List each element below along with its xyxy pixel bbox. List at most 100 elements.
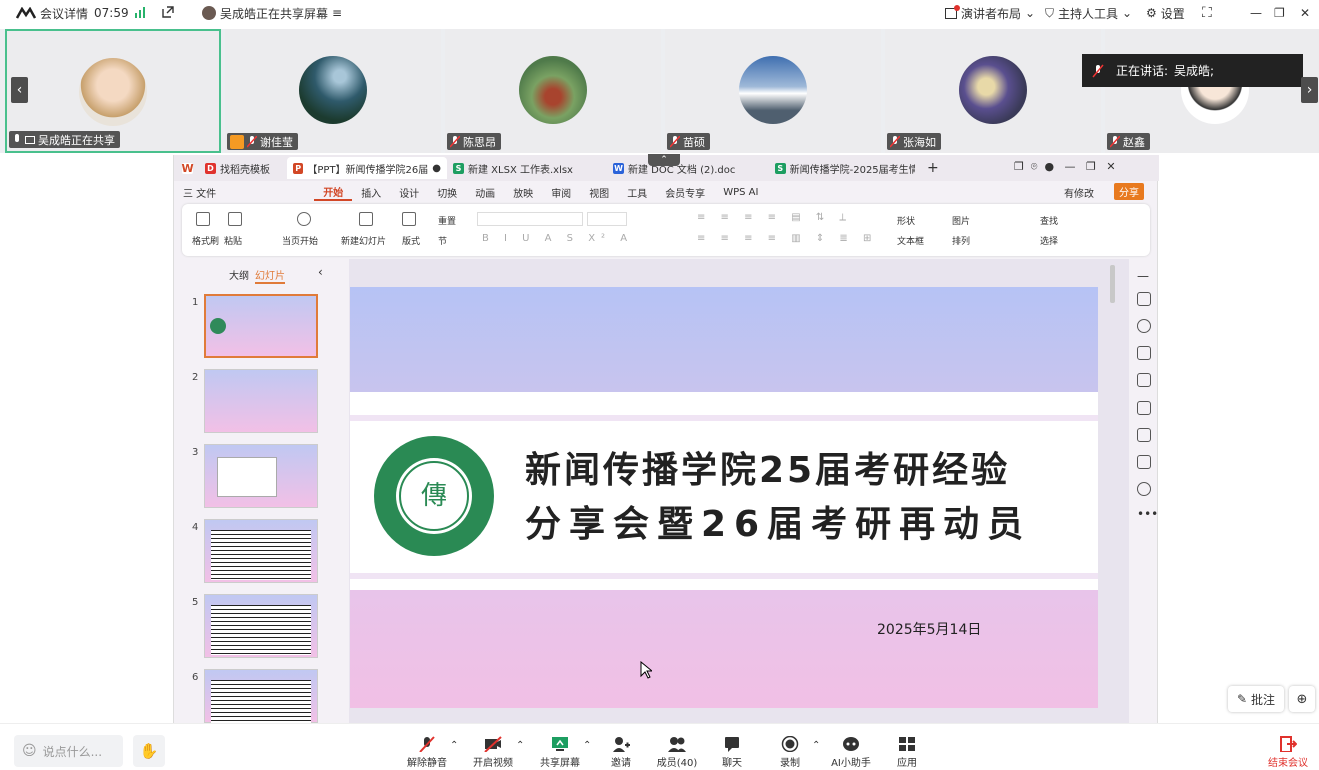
members-button[interactable]: 成员(40) xyxy=(653,736,701,769)
layout-icon[interactable] xyxy=(402,212,416,226)
menu-item[interactable]: 开始 xyxy=(314,184,353,201)
record-button[interactable]: 录制 xyxy=(767,736,813,769)
slide-thumbnail[interactable] xyxy=(204,444,318,508)
chevron-up-icon[interactable]: ⌃ xyxy=(583,740,591,751)
scrollbar[interactable] xyxy=(1110,265,1115,303)
slide-thumbnail[interactable] xyxy=(204,294,318,358)
chevron-up-icon[interactable]: ⌃ xyxy=(812,740,820,751)
ribbon-label[interactable]: 图片 xyxy=(952,214,970,227)
chat-input[interactable]: ☺ 说点什么... xyxy=(14,735,123,767)
share-button[interactable]: 分享 xyxy=(1114,183,1144,200)
ribbon-label[interactable]: 当页开始 xyxy=(282,234,318,247)
start-video-button[interactable]: 开启视频 xyxy=(470,736,516,769)
menu-item[interactable]: 视图 xyxy=(580,185,618,200)
outline-tab[interactable]: 大纲 xyxy=(229,267,249,282)
ribbon-label[interactable]: 排列 xyxy=(952,234,970,247)
invite-button[interactable]: 邀请 xyxy=(598,736,644,769)
chevron-up-icon[interactable]: ⌃ xyxy=(450,740,458,751)
copy-icon[interactable] xyxy=(1137,346,1151,360)
settings-button[interactable]: ⚙ 设置 xyxy=(1146,5,1185,22)
slides-tab[interactable]: 幻灯片 xyxy=(255,267,285,284)
restore-icon[interactable]: ❐ xyxy=(1274,6,1285,20)
slide-thumbnail[interactable] xyxy=(204,594,318,658)
host-tools-button[interactable]: ⛉ 主持人工具 ⌄ xyxy=(1045,5,1132,22)
fullscreen-icon[interactable]: ⛶ xyxy=(1202,5,1212,21)
participant-tile[interactable]: 张海如 xyxy=(885,29,1101,153)
participant-tile[interactable]: 吴成皓正在共享 xyxy=(5,29,221,153)
ribbon-label[interactable]: 重置 xyxy=(438,214,456,227)
tools-icon[interactable] xyxy=(1137,373,1151,387)
image-icon[interactable] xyxy=(1137,428,1151,442)
menu-item[interactable]: 工具 xyxy=(618,185,656,200)
prev-page-button[interactable]: ‹ xyxy=(11,77,28,103)
wps-tab[interactable]: P 【PPT】新闻传播学院26届考研 ● xyxy=(287,157,447,179)
close-icon[interactable]: ✕ xyxy=(1300,6,1310,20)
meeting-info[interactable]: 会议详情 xyxy=(16,5,88,22)
more-icon[interactable]: ••• xyxy=(1137,507,1158,521)
participant-tile[interactable]: 谢佳莹 xyxy=(225,29,441,153)
menu-item[interactable]: 插入 xyxy=(352,185,390,200)
minimize-icon[interactable]: — xyxy=(1250,6,1262,20)
slide[interactable]: 傳 新闻传播学院25届考研经验 分享会暨26届考研再动员 2025年5月14日 xyxy=(350,287,1098,708)
zoom-in-button[interactable]: ⊕ xyxy=(1289,686,1315,712)
next-page-button[interactable]: › xyxy=(1301,77,1318,103)
play-icon[interactable] xyxy=(297,212,311,226)
ribbon-label[interactable]: 形状 xyxy=(897,214,915,227)
help-icon[interactable] xyxy=(1137,482,1151,496)
ribbon-label[interactable]: 新建幻灯片 xyxy=(341,234,386,247)
wps-tab[interactable]: S 新建 XLSX 工作表.xlsx xyxy=(447,157,607,179)
ribbon-label[interactable]: 格式刷 xyxy=(192,234,219,247)
align-icons[interactable]: ≡ ≡ ≡ ≡ ▥ ⇕ ≣ ⊞ xyxy=(697,233,877,244)
menu-item[interactable]: WPS AI xyxy=(714,187,767,198)
tab-close-icon[interactable]: ● xyxy=(432,163,441,174)
apps-button[interactable]: 应用 xyxy=(884,736,930,769)
menu-item[interactable]: 放映 xyxy=(504,185,542,200)
external-window-icon[interactable] xyxy=(161,5,175,19)
share-notice[interactable]: 吴成皓正在共享屏幕 ≡ xyxy=(202,5,342,22)
unmute-button[interactable]: 解除静音 xyxy=(404,736,450,769)
slide-thumbnail[interactable] xyxy=(204,519,318,583)
slide-thumbnail[interactable] xyxy=(204,369,318,433)
chat-button[interactable]: 聊天 xyxy=(709,736,755,769)
font-format-icons[interactable]: B I U A S X² A xyxy=(482,233,633,244)
ribbon-label[interactable]: 选择 xyxy=(1040,234,1058,247)
paragraph-icons[interactable]: ≡ ≡ ≡ ≡ ▤ ⇅ ⟂ xyxy=(697,212,852,223)
menu-item[interactable]: 设计 xyxy=(390,185,428,200)
participant-tile[interactable]: 赵鑫 xyxy=(1105,29,1319,153)
ribbon-label[interactable]: 查找 xyxy=(1040,214,1058,227)
paste-icon[interactable] xyxy=(228,212,242,226)
window-controls[interactable]: ❐ ⌾ ● — ❐ ✕ xyxy=(1014,160,1116,174)
menu-item[interactable]: 三 文件 xyxy=(174,185,225,200)
raise-hand-button[interactable]: ✋ xyxy=(133,735,165,767)
wps-tab[interactable]: S 新闻传播学院-2025届考生情况 xyxy=(769,157,921,179)
shirt-icon[interactable] xyxy=(1137,401,1151,415)
font-size-select[interactable] xyxy=(587,212,627,226)
collapse-icon[interactable]: ‹ xyxy=(318,265,323,279)
new-tab-icon[interactable]: + xyxy=(927,160,939,176)
end-meeting-button[interactable]: 结束会议 xyxy=(1264,736,1312,769)
chevron-up-icon[interactable]: ⌃ xyxy=(516,740,524,751)
ribbon-label[interactable]: 文本框 xyxy=(897,234,924,247)
collapse-toolbar-button[interactable]: ⌃ xyxy=(648,154,680,166)
menu-item[interactable]: 会员专享 xyxy=(656,185,714,200)
ribbon-label[interactable]: 节 xyxy=(438,234,447,247)
menu-item[interactable]: 动画 xyxy=(466,185,504,200)
ribbon-label[interactable]: 版式 xyxy=(402,234,420,247)
wps-tab[interactable]: D 找稻壳模板 xyxy=(199,157,287,179)
menu-item[interactable]: 切换 xyxy=(428,185,466,200)
ai-assistant-button[interactable]: AI小助手 xyxy=(826,736,876,769)
star-icon[interactable] xyxy=(1137,319,1151,333)
font-family-select[interactable] xyxy=(477,212,583,226)
layout-button[interactable]: 演讲者布局 ⌄ xyxy=(945,4,1035,22)
participant-tile[interactable]: 苗硕 xyxy=(665,29,881,153)
new-slide-icon[interactable] xyxy=(359,212,373,226)
menu-item[interactable]: 审阅 xyxy=(542,185,580,200)
share-screen-button[interactable]: 共享屏幕 xyxy=(537,736,583,769)
slide-thumbnail[interactable] xyxy=(204,669,318,724)
format-painter-icon[interactable] xyxy=(196,212,210,226)
property-icon[interactable] xyxy=(1137,292,1151,306)
ribbon-label[interactable]: 粘贴 xyxy=(224,234,242,247)
reader-icon[interactable] xyxy=(1137,455,1151,469)
minus-icon[interactable]: — xyxy=(1137,269,1149,283)
participant-tile[interactable]: 陈思昂 xyxy=(445,29,661,153)
